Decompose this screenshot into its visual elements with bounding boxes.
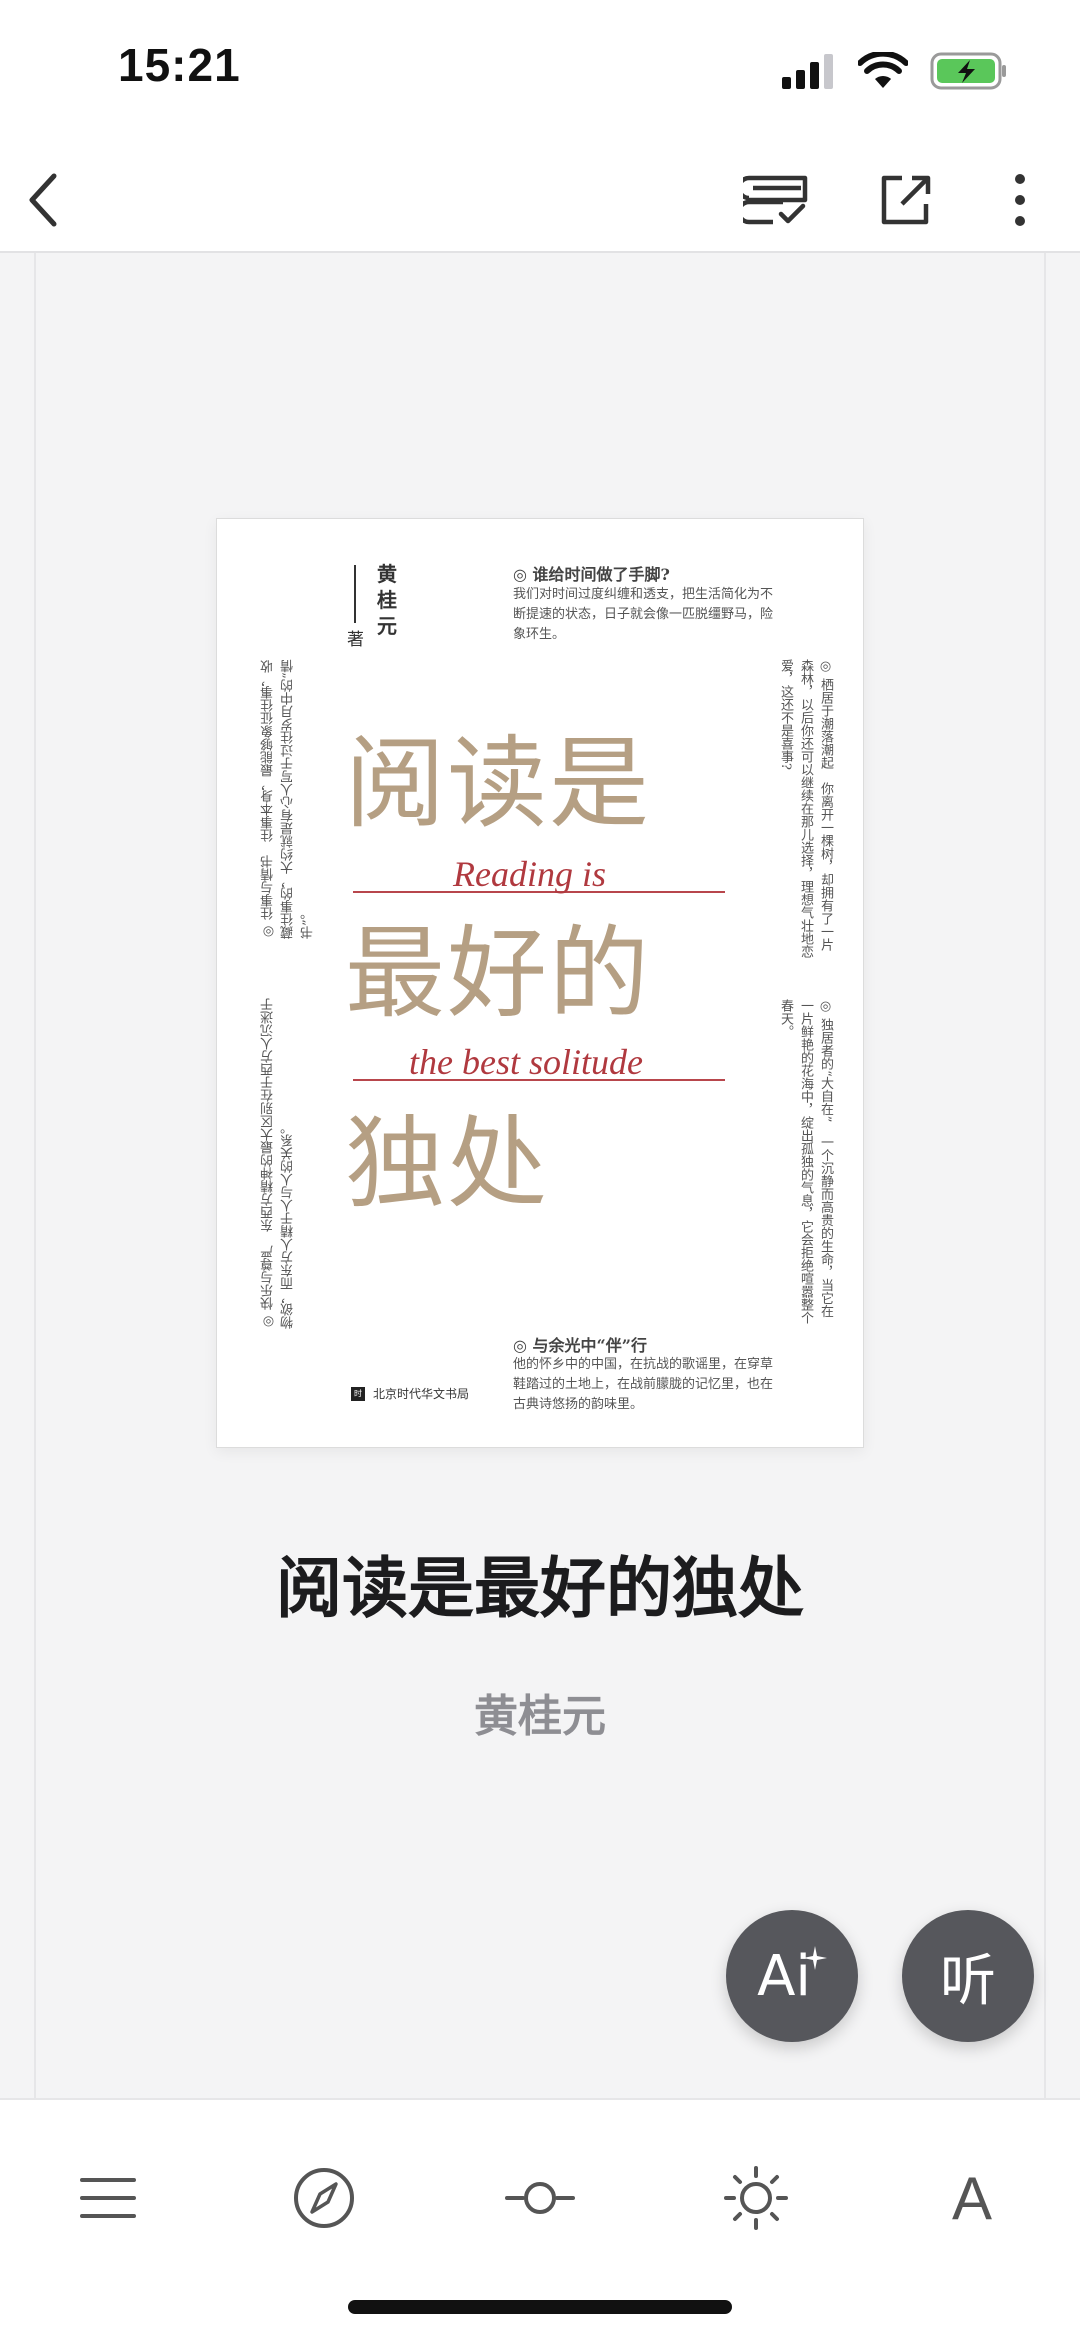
- listen-button[interactable]: 听: [902, 1910, 1034, 2042]
- book-title: 阅读是最好的独处: [276, 1549, 804, 1627]
- brightness-icon: [724, 2166, 788, 2230]
- notes-button[interactable]: [738, 165, 818, 235]
- more-button[interactable]: [980, 165, 1060, 235]
- notes-icon: [743, 175, 808, 225]
- progress-button[interactable]: [490, 2158, 590, 2238]
- more-vertical-icon: [1015, 174, 1025, 226]
- share-button[interactable]: [866, 165, 946, 235]
- cover-author-suffix: 著: [347, 630, 364, 650]
- publisher-name: 北京时代华文书局: [373, 1387, 470, 1401]
- explore-button[interactable]: [274, 2158, 374, 2238]
- cover-left-upper-text: ◎ 往事与情书 往事本身，最能够象征往事，收藏往事的，大约就是有心人写于过往岁月…: [261, 659, 316, 939]
- chevron-left-icon: [29, 173, 57, 227]
- cover-left-lower-text: ◎ 快乐与尊严 东西方精神的最大区别在于西方人沉迷于物欲，而东方人精于人与人的关…: [261, 997, 296, 1329]
- status-bar: 15:21: [0, 0, 1080, 145]
- book-cover: 黄 桂 元 著 ◎ 谁给时间做了手脚? 我们对时间过度纠缠和透支，把生活简化为不…: [216, 518, 864, 1448]
- cover-english-line-2: the best solitude: [409, 1042, 643, 1082]
- back-button[interactable]: [4, 165, 84, 235]
- cover-publisher: 时 北京时代华文书局: [351, 1385, 469, 1402]
- wifi-icon: [858, 52, 908, 88]
- home-indicator[interactable]: [348, 2300, 732, 2314]
- menu-icon: [80, 2178, 136, 2218]
- cover-author-bar: [354, 565, 356, 623]
- signal-icon: [782, 54, 833, 89]
- cover-title-line-2: 最好的: [345, 915, 651, 1032]
- compass-icon: [294, 2168, 354, 2228]
- font-button[interactable]: A: [922, 2158, 1022, 2238]
- cover-english-line-1: Reading is: [453, 854, 606, 894]
- ai-button[interactable]: Ai: [726, 1910, 858, 2042]
- cover-title-line-3: 独处: [345, 1105, 549, 1222]
- progress-icon: [505, 2182, 575, 2214]
- status-icons: [780, 48, 1008, 94]
- cover-section-bottom-title: ◎ 与余光中“伴”行: [513, 1336, 647, 1355]
- cover-title-line-1: 阅读是: [345, 725, 651, 842]
- font-icon: A: [951, 2164, 993, 2232]
- listen-label: 听: [940, 1948, 996, 2014]
- share-icon: [881, 175, 931, 225]
- nav-bar: [0, 145, 1080, 253]
- sparkle-icon: [802, 1946, 827, 1970]
- cover-right-upper-text: ◎ 栖居于潮落潮起 你离开一棵树，却拥有了一片森林，以后你还可以继续在那儿选择，…: [778, 659, 833, 958]
- publisher-logo: 时: [351, 1386, 365, 1401]
- cover-section-bottom-text: 他的怀乡中的中国，在抗战的歌谣里，在穿草鞋踏过的土地上，在战前朦胧的记忆里，也在…: [513, 1357, 774, 1412]
- battery-icon: [930, 52, 1006, 90]
- toc-button[interactable]: [58, 2158, 158, 2238]
- cover-author: 黄 桂 元: [377, 562, 397, 638]
- status-time: 15:21: [118, 39, 241, 91]
- brightness-button[interactable]: [706, 2158, 806, 2238]
- book-author: 黄桂元: [474, 1691, 606, 1742]
- cover-right-lower-text: ◎ 独居者的“大自在” 一个沉静而高贵的生命，当它在一片鲜艳的花海中，绽出孤独的…: [778, 999, 833, 1324]
- cover-section-top-title: ◎ 谁给时间做了手脚?: [513, 565, 670, 584]
- cover-section-top-text: 我们对时间过度纠缠和透支，把生活简化为不断提速的状态，日子就会像一匹脱缰野马，险…: [513, 587, 774, 642]
